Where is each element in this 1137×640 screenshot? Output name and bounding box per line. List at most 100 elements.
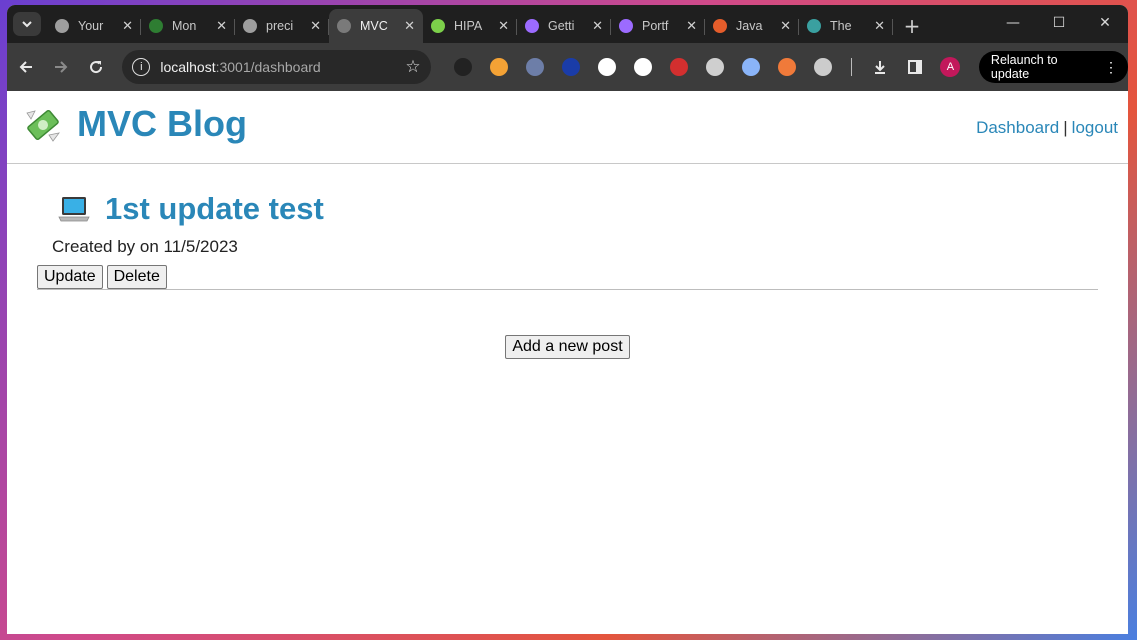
tab-favicon-icon bbox=[337, 19, 351, 33]
tab-favicon-icon bbox=[149, 19, 163, 33]
extension-icon bbox=[453, 58, 472, 76]
extension-button[interactable] bbox=[805, 50, 841, 84]
forward-button[interactable] bbox=[44, 50, 77, 84]
site-title[interactable]: MVC Blog bbox=[77, 103, 247, 145]
page-content: MVC Blog Dashboard | logout 1st update tes… bbox=[7, 91, 1128, 634]
back-button[interactable] bbox=[9, 50, 42, 84]
tab-title: Portf bbox=[642, 19, 669, 33]
tab-favicon-icon bbox=[619, 19, 633, 33]
minimize-icon[interactable]: — bbox=[990, 5, 1036, 41]
extension-button[interactable] bbox=[517, 50, 553, 84]
tab-close-icon[interactable]: ✕ bbox=[780, 19, 791, 34]
browser-toolbar: i localhost:3001/dashboard ☆ A Relaunch … bbox=[7, 43, 1128, 91]
window-controls: — ☐ ✕ bbox=[990, 5, 1128, 41]
dashboard-link[interactable]: Dashboard bbox=[976, 118, 1059, 137]
site-info-icon[interactable]: i bbox=[132, 58, 151, 76]
tab-close-icon[interactable]: ✕ bbox=[216, 19, 227, 34]
money-with-wings-icon bbox=[26, 109, 60, 142]
extension-button[interactable] bbox=[481, 50, 517, 84]
update-button[interactable]: Update bbox=[37, 265, 103, 289]
tab-favicon-icon bbox=[55, 19, 69, 33]
profile-button[interactable]: A bbox=[934, 50, 967, 84]
tab-separator bbox=[892, 19, 893, 35]
arrow-left-icon bbox=[19, 61, 32, 73]
extension-button[interactable] bbox=[733, 50, 769, 84]
extension-button[interactable] bbox=[661, 50, 697, 84]
reload-icon bbox=[89, 61, 102, 74]
tab-favicon-icon bbox=[525, 19, 539, 33]
url-path: :3001/dashboard bbox=[215, 59, 321, 75]
tab-title: MVC bbox=[360, 19, 388, 33]
tab-title: Mon bbox=[172, 19, 197, 33]
add-post-button[interactable]: Add a new post bbox=[505, 335, 630, 359]
extension-icon bbox=[525, 58, 544, 76]
extension-button[interactable] bbox=[697, 50, 733, 84]
downloads-button[interactable] bbox=[864, 50, 897, 84]
tab-close-icon[interactable]: ✕ bbox=[122, 19, 133, 34]
tab-favicon-icon bbox=[713, 19, 727, 33]
post-actions: Update Delete bbox=[37, 265, 1098, 290]
browser-tab[interactable]: HIPA ✕ bbox=[423, 9, 517, 43]
avatar: A bbox=[940, 57, 961, 77]
tab-close-icon[interactable]: ✕ bbox=[686, 19, 697, 34]
browser-window: Your ✕ Mon ✕ preci ✕ MVC ✕ HIPA ✕ Getti ✕ Portf ✕ Java… bbox=[7, 5, 1128, 634]
extension-button[interactable] bbox=[553, 50, 589, 84]
extension-button[interactable] bbox=[445, 50, 481, 84]
tab-favicon-icon bbox=[243, 19, 257, 33]
delete-button[interactable]: Delete bbox=[106, 265, 167, 289]
site-header: MVC Blog Dashboard | logout bbox=[7, 91, 1128, 164]
tab-close-icon[interactable]: ✕ bbox=[498, 19, 509, 34]
bookmark-star-icon[interactable]: ☆ bbox=[405, 57, 420, 77]
tab-close-icon[interactable]: ✕ bbox=[310, 19, 321, 34]
extension-button[interactable] bbox=[589, 50, 625, 84]
add-post-row: Add a new post bbox=[7, 335, 1128, 359]
browser-tab[interactable]: Portf ✕ bbox=[611, 9, 705, 43]
tab-search-button[interactable] bbox=[13, 12, 41, 36]
browser-tab[interactable]: Getti ✕ bbox=[517, 9, 611, 43]
post-card: 1st update test Created by on 11/5/2023 … bbox=[37, 191, 1098, 290]
reload-button[interactable] bbox=[79, 50, 112, 84]
tab-title: The bbox=[830, 19, 852, 33]
relaunch-label: Relaunch to update bbox=[990, 53, 1058, 81]
extension-icon bbox=[813, 58, 832, 76]
address-bar[interactable]: i localhost:3001/dashboard ☆ bbox=[122, 50, 431, 84]
new-tab-button[interactable]: + bbox=[897, 9, 927, 43]
post-title[interactable]: 1st update test bbox=[105, 191, 324, 227]
download-icon bbox=[875, 61, 886, 74]
browser-tab[interactable]: Mon ✕ bbox=[141, 9, 235, 43]
nav-separator: | bbox=[1063, 118, 1068, 137]
url-host: localhost bbox=[160, 59, 216, 75]
side-panel-button[interactable] bbox=[899, 50, 932, 84]
browser-tab[interactable]: Your ✕ bbox=[47, 9, 141, 43]
more-menu-icon[interactable]: ⋮ bbox=[1104, 59, 1118, 76]
extension-icon bbox=[669, 58, 688, 76]
tab-title: Java bbox=[736, 19, 763, 33]
maximize-icon[interactable]: ☐ bbox=[1036, 5, 1082, 41]
tab-close-icon[interactable]: ✕ bbox=[874, 19, 885, 34]
tab-title: Your bbox=[78, 19, 104, 33]
tab-favicon-icon bbox=[431, 19, 445, 33]
tab-close-icon[interactable]: ✕ bbox=[592, 19, 603, 34]
chevron-down-icon bbox=[22, 21, 32, 28]
extension-icon bbox=[777, 58, 796, 76]
post-title-row: 1st update test bbox=[57, 191, 1098, 227]
relaunch-button[interactable]: Relaunch to update ⋮ bbox=[978, 51, 1128, 83]
extension-button[interactable] bbox=[769, 50, 805, 84]
laptop-icon bbox=[58, 197, 90, 222]
tab-close-icon[interactable]: ✕ bbox=[404, 19, 415, 34]
browser-tab[interactable]: Java ✕ bbox=[705, 9, 799, 43]
browser-tab[interactable]: preci ✕ bbox=[235, 9, 329, 43]
tab-title: HIPA bbox=[454, 19, 483, 33]
tab-title: Getti bbox=[548, 19, 575, 33]
close-window-icon[interactable]: ✕ bbox=[1082, 5, 1128, 41]
extension-button[interactable] bbox=[625, 50, 661, 84]
arrow-right-icon bbox=[54, 61, 68, 73]
browser-tab[interactable]: MVC ✕ bbox=[329, 9, 423, 43]
extensions-area bbox=[445, 50, 841, 84]
extension-icon bbox=[741, 58, 760, 76]
extension-icon bbox=[489, 58, 508, 76]
side-panel-icon bbox=[908, 60, 923, 74]
logout-link[interactable]: logout bbox=[1072, 118, 1118, 137]
extension-icon bbox=[633, 58, 652, 76]
browser-tab[interactable]: The ✕ bbox=[799, 9, 893, 43]
